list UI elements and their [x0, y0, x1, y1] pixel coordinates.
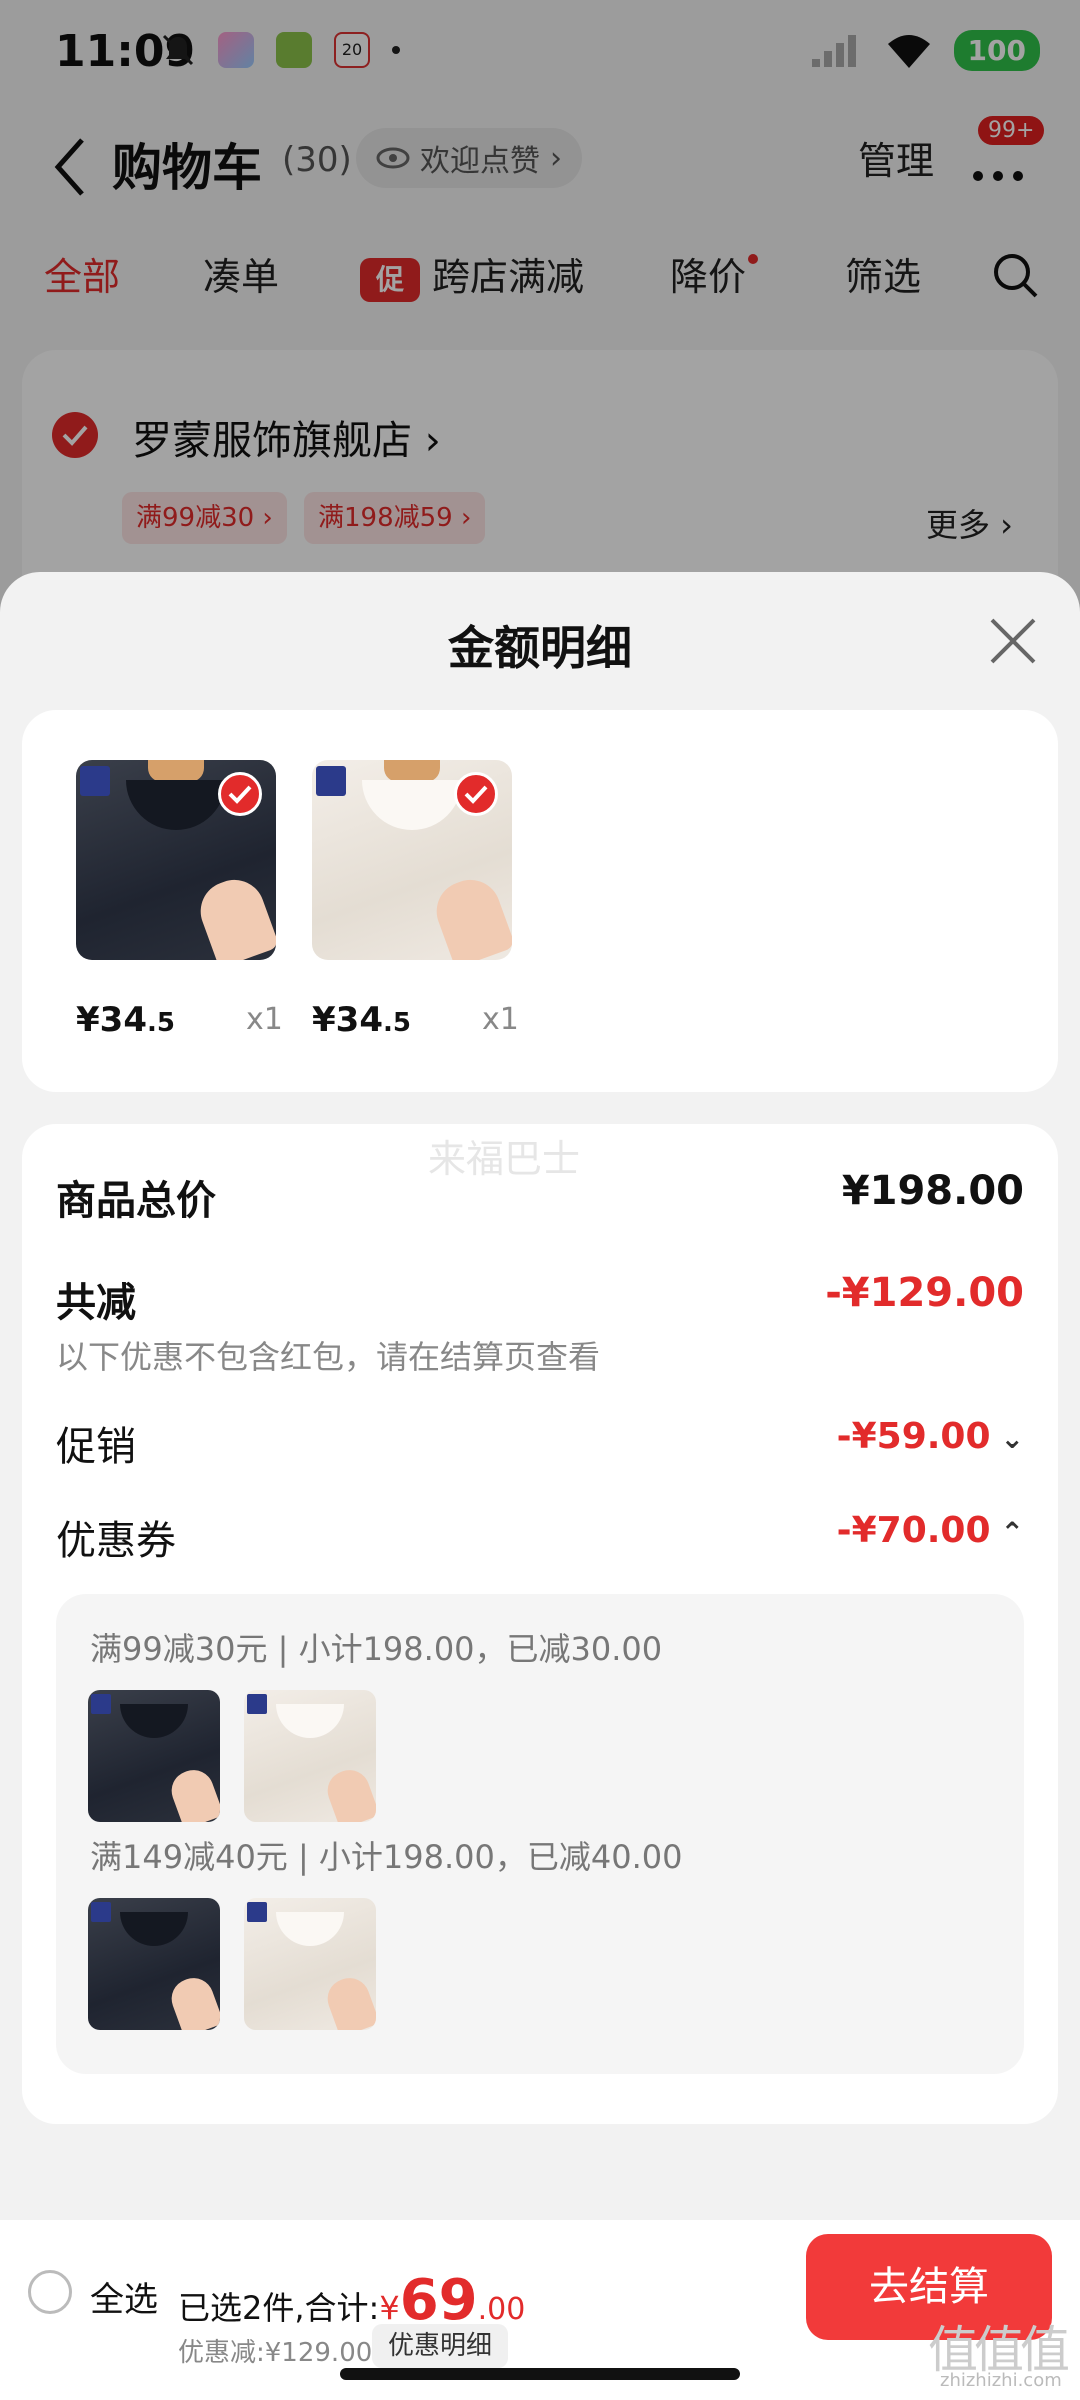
promotion-row-value[interactable]: -¥59.00 ⌄ — [837, 1416, 1024, 1457]
watermark-text: 来福巴士 — [428, 1137, 581, 1181]
coupon-product-thumbnail — [88, 1690, 220, 1822]
product-thumbnail — [312, 760, 512, 960]
selected-check-icon — [454, 772, 498, 816]
coupon-rule-text: 满149减40元 | 小计198.00，已减40.00 — [90, 1838, 683, 1876]
brand-logo — [80, 766, 110, 796]
selected-check-icon — [218, 772, 262, 816]
product-quantity: x1 — [482, 1002, 519, 1037]
brand-logo — [91, 1694, 111, 1714]
total-decimal: .00 — [477, 2292, 526, 2327]
close-icon[interactable] — [986, 614, 1040, 668]
coupon-rule-text: 满99减30元 | 小计198.00，已减30.00 — [90, 1630, 663, 1668]
coupon-product-thumbnail — [244, 1690, 376, 1822]
reduction-label: 共减 — [56, 1280, 136, 1326]
product-thumbnail — [76, 760, 276, 960]
coupon-value: -¥70.00 — [836, 1510, 991, 1551]
product-price-int: ¥34 — [312, 1000, 383, 1040]
brand-logo — [91, 1902, 111, 1922]
coupon-product-thumbnail — [88, 1898, 220, 2030]
product-price: ¥34.5 — [76, 1000, 175, 1040]
hanger-graphic — [384, 760, 440, 782]
hand-graphic — [322, 1972, 376, 2030]
total-currency: ¥ — [379, 2289, 400, 2327]
hand-graphic — [192, 871, 276, 960]
discount-detail-button[interactable]: 优惠明细 — [372, 2324, 509, 2368]
collar-graphic — [276, 1704, 344, 1738]
home-indicator[interactable] — [340, 2368, 740, 2380]
coupon-product-thumbnail — [244, 1898, 376, 2030]
brand-logo — [247, 1694, 267, 1714]
total-label: 商品总价 — [56, 1178, 216, 1224]
selected-products-card: ¥34.5 x1 ¥34.5 x1 — [22, 710, 1058, 1092]
product-item[interactable]: ¥34.5 x1 — [312, 760, 519, 1040]
coupon-label: 优惠券 — [56, 1518, 176, 1564]
promotion-value: -¥59.00 — [836, 1416, 991, 1457]
total-value: ¥198.00 — [841, 1168, 1024, 1214]
select-all-radio[interactable] — [28, 2270, 72, 2314]
product-price-int: ¥34 — [76, 1000, 147, 1040]
summary-prefix: 已选2件,合计: — [178, 2289, 380, 2327]
hand-graphic — [166, 1764, 220, 1822]
product-item[interactable]: ¥34.5 x1 — [76, 760, 283, 1040]
collar-graphic — [276, 1912, 344, 1946]
brand-logo — [247, 1902, 267, 1922]
price-breakdown-card: 商品总价 ¥198.00 共减 -¥129.00 以下优惠不包含红包，请在结算页… — [22, 1124, 1058, 2124]
product-price: ¥34.5 — [312, 1000, 411, 1040]
sheet-title: 金额明细 — [448, 621, 632, 675]
select-all-label[interactable]: 全选 — [90, 2272, 158, 2321]
product-quantity: x1 — [246, 1002, 283, 1037]
brand-logo — [316, 766, 346, 796]
product-price-dec: .5 — [146, 1008, 175, 1038]
discount-amount: 优惠减:¥129.00 — [178, 2338, 373, 2368]
chevron-down-icon: ⌄ — [1000, 1421, 1024, 1455]
hanger-graphic — [148, 760, 204, 782]
collar-graphic — [126, 780, 226, 830]
amount-detail-sheet: 金额明细 ¥34.5 x1 ¥34.5 x1 商品总价 ¥198.00 共减 -… — [0, 572, 1080, 2222]
collar-graphic — [120, 1704, 188, 1738]
hand-graphic — [428, 871, 512, 960]
hand-graphic — [166, 1972, 220, 2030]
coupon-breakdown-panel: 满99减30元 | 小计198.00，已减30.00 满149减40元 | 小计… — [56, 1594, 1024, 2074]
hand-graphic — [322, 1764, 376, 1822]
checkout-bar: 全选 已选2件,合计:¥69.00 优惠减:¥129.00 优惠明细 去结算 值… — [0, 2220, 1080, 2400]
coupon-row-value[interactable]: -¥70.00 ⌃ — [837, 1510, 1024, 1551]
corner-watermark-url: zhizhizhi.com — [940, 2370, 1062, 2391]
reduction-value: -¥129.00 — [825, 1270, 1024, 1316]
collar-graphic — [120, 1912, 188, 1946]
chevron-up-icon: ⌃ — [1000, 1515, 1024, 1549]
collar-graphic — [362, 780, 462, 830]
product-price-dec: .5 — [382, 1008, 411, 1038]
reduction-note: 以下优惠不包含红包，请在结算页查看 — [56, 1338, 601, 1376]
promotion-label: 促销 — [56, 1424, 136, 1470]
